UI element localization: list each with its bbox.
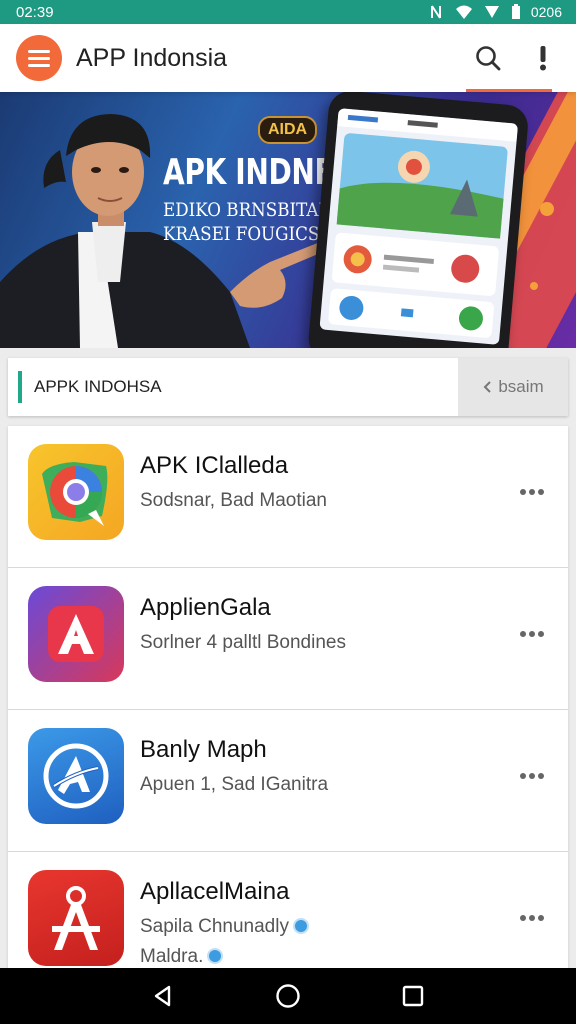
back-triangle-icon [154,985,170,1007]
battery-level: 0206 [530,4,562,20]
app-bar: APP Indonsia [0,24,576,92]
letter-a-icon [28,586,124,682]
chrome-swirl-icon [28,444,124,540]
banner-badge: AIDA [258,116,318,144]
search-button[interactable] [466,36,510,80]
more-options-button[interactable] [516,906,548,930]
home-button[interactable] [268,976,308,1016]
phone-screen [319,108,519,345]
app-description: Sapila Chnunadly [140,916,309,938]
app-description: Maldra. [140,946,224,968]
app-store-icon [28,728,124,824]
exclamation-icon [540,46,546,71]
app-title: APP Indonsia [76,43,228,72]
menu-button[interactable] [16,35,62,81]
recents-square-icon [403,985,424,1007]
dot [538,631,544,637]
verified-badge-icon [207,948,224,964]
more-options-button[interactable] [516,622,548,646]
wifi-icon [455,5,472,19]
more-options-button[interactable] [516,480,548,504]
status-time: 02:39 [16,3,54,21]
app-description-text: Sapila Chnunadly [140,916,289,937]
list-item[interactable]: Banly Maph Apuen 1, Sad IGanitra [8,710,568,852]
home-circle-icon [276,984,300,1008]
status-bar: 02:39 0206 [0,0,576,24]
dot [520,489,526,495]
search-bar: bsaim [8,358,568,416]
nfc-icon [430,5,441,19]
banner-decoration [540,202,554,216]
dot [520,915,526,921]
phone-screen-illustration [328,108,519,338]
app-name: ApplienGala [140,594,271,621]
hamburger-icon [28,49,50,53]
search-input[interactable] [22,358,458,416]
dot [520,773,526,779]
banner-subline: KRASEI FOUGICS [163,223,320,245]
dot [529,773,535,779]
verified-badge-icon [292,918,309,934]
app-bar-accent [466,89,552,92]
compass-a-icon [28,870,124,966]
app-description: Sodsnar, Bad Maotian [140,490,327,511]
dot [529,631,535,637]
back-button[interactable] [143,976,183,1016]
list-item[interactable]: ApllacelMaina Sapila Chnunadly Maldra. [8,852,568,968]
status-icons: 0206 [429,4,562,20]
list-item[interactable]: ApplienGala Sorlner 4 palltl Bondines [8,568,568,710]
dot [538,915,544,921]
chevron-left-icon [483,381,492,393]
more-options-button[interactable] [516,764,548,788]
app-list: APK IClalleda Sodsnar, Bad Maotian Appli… [8,426,568,968]
banner-decoration [530,282,538,290]
battery-icon [511,4,520,19]
hamburger-line [28,63,50,67]
dot [520,631,526,637]
signal-icon [484,6,499,18]
dot [529,489,535,495]
app-description: Sorlner 4 palltl Bondines [140,632,346,653]
app-name: APK IClalleda [140,452,289,479]
phone-mockup [306,92,530,348]
search-submit-button[interactable]: bsaim [458,358,568,416]
dot [538,773,544,779]
dot [529,915,535,921]
app-description: Apuen 1, Sad IGanitra [140,774,329,795]
banner-subline: EDIKO BRNSBITAI [163,199,326,221]
hamburger-line [28,56,50,60]
dot [538,489,544,495]
search-submit-label: bsaim [498,377,544,396]
app-name: Banly Maph [140,736,267,763]
list-item[interactable]: APK IClalleda Sodsnar, Bad Maotian [8,426,568,568]
recents-button[interactable] [393,976,433,1016]
search-icon [476,46,501,71]
app-description-text: Maldra. [140,946,204,967]
app-name: ApllacelMaina [140,878,290,905]
overflow-menu-button[interactable] [528,36,558,80]
promo-banner[interactable]: AIDA APK INDNESIA EDIKO BRNSBITAI KRASEI… [0,92,576,348]
system-navigation-bar [0,968,576,1024]
